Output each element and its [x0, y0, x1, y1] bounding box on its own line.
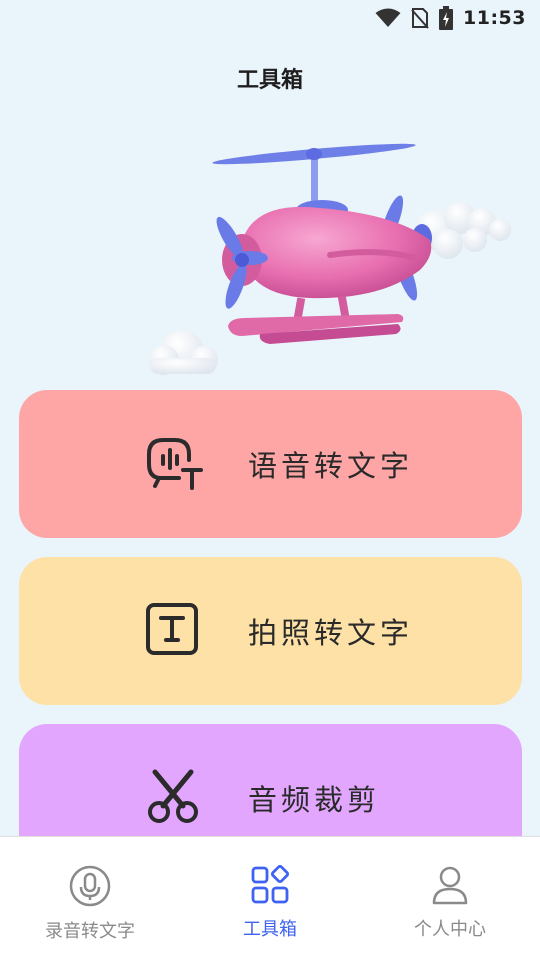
helicopter-illustration	[130, 130, 530, 380]
person-icon	[430, 865, 470, 909]
no-sim-icon	[411, 7, 429, 29]
tool-card-speech-to-text[interactable]: 语音转文字	[19, 390, 522, 538]
tool-label-audio-trim: 音频裁剪	[248, 783, 381, 817]
speech-to-text-icon	[145, 434, 205, 494]
nav-item-record-to-text[interactable]: 录音转文字	[0, 837, 180, 960]
nav-label-toolbox: 工具箱	[243, 919, 297, 940]
small-cloud	[149, 330, 218, 375]
text-box-icon	[145, 602, 199, 660]
tool-label-photo-to-text: 拍照转文字	[248, 616, 414, 650]
tool-card-photo-to-text[interactable]: 拍照转文字	[19, 557, 522, 705]
microphone-icon	[69, 865, 111, 911]
page-title: 工具箱	[236, 68, 303, 93]
scissors-icon	[145, 768, 201, 828]
wifi-icon	[375, 8, 401, 28]
tool-label-speech-to-text: 语音转文字	[248, 449, 414, 483]
battery-charging-icon	[439, 6, 454, 30]
status-time: 11:53	[463, 7, 526, 29]
nav-item-personal-center[interactable]: 个人中心	[360, 837, 540, 960]
nav-label-personal-center: 个人中心	[414, 919, 486, 940]
grid-icon	[250, 864, 290, 909]
status-bar: 11:53	[0, 0, 540, 36]
bottom-nav: 录音转文字 工具箱 个人中心	[0, 836, 540, 960]
nav-label-record-to-text: 录音转文字	[45, 921, 135, 942]
nav-item-toolbox[interactable]: 工具箱	[180, 837, 360, 960]
